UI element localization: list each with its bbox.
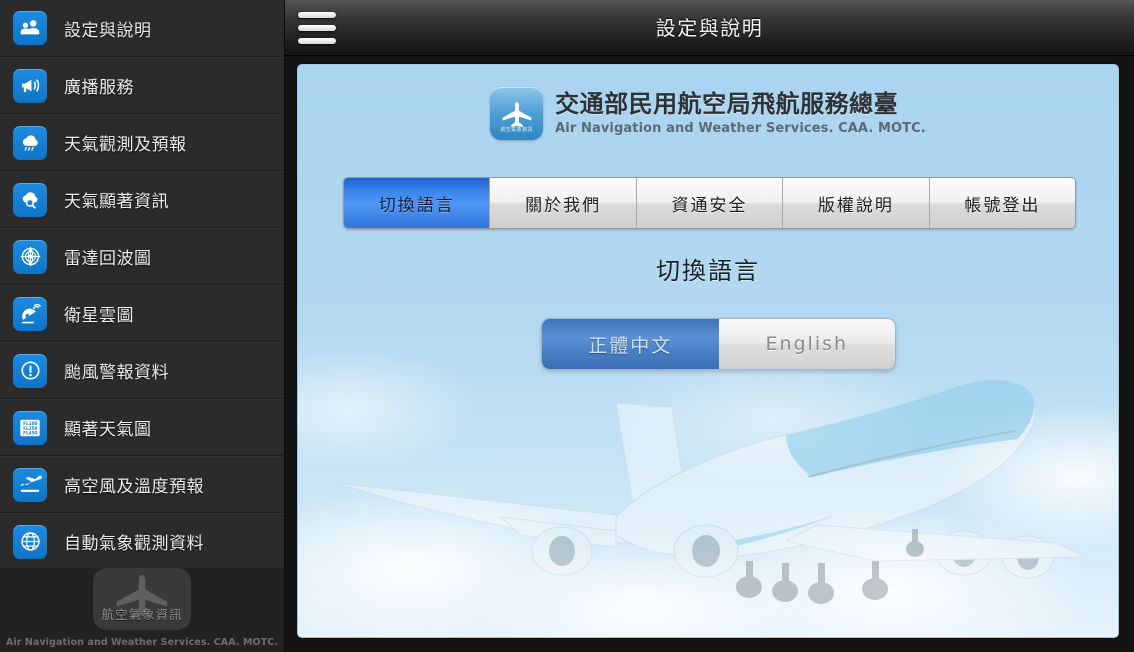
panel-branding-text: 交通部民用航空局飛航服務總臺 Air Navigation and Weathe…	[555, 89, 926, 137]
menu-bar-1	[298, 12, 336, 18]
sidebar-footer-badge-label: 航空氣象資訊	[101, 607, 183, 622]
tab-5[interactable]: 帳號登出	[928, 178, 1075, 228]
language-option-1[interactable]: 正體中文	[542, 319, 719, 369]
sidebar-item-label: 高空風及溫度預報	[64, 477, 204, 497]
org-name-zh: 交通部民用航空局飛航服務總臺	[555, 89, 899, 118]
tab-label: 切換語言	[378, 195, 455, 216]
tab-label: 帳號登出	[964, 195, 1041, 216]
sidebar-footer: 航空氣象資訊 Air Navigation and Weather Servic…	[0, 568, 284, 652]
sidebar-item-label: 天氣觀測及預報	[64, 135, 187, 155]
page-title: 設定與說明	[655, 16, 764, 40]
sidebar-item-1[interactable]: 設定與說明	[0, 0, 284, 57]
people-settings-icon	[13, 11, 47, 45]
airplane-takeoff-icon	[13, 467, 47, 502]
satellite-dish-icon	[13, 296, 47, 331]
tab-1[interactable]: 切換語言	[344, 178, 490, 228]
tab-3[interactable]: 資通安全	[635, 178, 783, 228]
sidebar-item-label: 衛星雲圖	[64, 306, 134, 326]
top-bar: 設定與說明	[285, 0, 1134, 56]
sidebar-item-label: 廣播服務	[64, 78, 134, 98]
menu-bar-3	[298, 38, 336, 44]
sidebar-item-2[interactable]: 廣播服務	[0, 57, 284, 114]
sidebar-item-5[interactable]: 雷達回波圖	[0, 228, 284, 285]
airplane-logo-icon: 航空氣象資訊	[490, 87, 544, 140]
flight-level-chart-icon: FL100 FL250 FL450	[13, 410, 47, 445]
content-panel: 航空氣象資訊 交通部民用航空局飛航服務總臺 Air Navigation and…	[297, 64, 1119, 638]
sidebar-item-label: 顯著天氣圖	[64, 420, 152, 440]
megaphone-broadcast-icon	[13, 68, 47, 103]
exclamation-circle-icon	[13, 353, 47, 388]
sidebar-item-10[interactable]: 自動氣象觀測資料	[0, 513, 284, 570]
language-option-label: English	[765, 333, 849, 355]
sidebar-item-4[interactable]: 天氣顯著資訊	[0, 171, 284, 228]
hamburger-menu-icon[interactable]	[294, 7, 340, 49]
globe-grid-icon	[13, 524, 47, 559]
sidebar-item-3[interactable]: 天氣觀測及預報	[0, 114, 284, 171]
tab-2[interactable]: 關於我們	[489, 178, 636, 228]
language-option-2[interactable]: English	[718, 319, 895, 369]
sidebar-item-label: 颱風警報資料	[64, 363, 169, 383]
svg-text:FL450: FL450	[23, 430, 37, 435]
airplane-landing-photo	[335, 379, 1087, 604]
language-option-label: 正體中文	[588, 334, 673, 357]
cloud-search-icon	[13, 182, 47, 217]
tab-bar: 切換語言 關於我們 資通安全 版權說明 帳號登出	[343, 177, 1076, 229]
panel-branding: 航空氣象資訊 交通部民用航空局飛航服務總臺 Air Navigation and…	[298, 87, 1118, 140]
tab-label: 版權說明	[817, 195, 894, 216]
sidebar-item-7[interactable]: 颱風警報資料	[0, 342, 284, 399]
sidebar-item-label: 雷達回波圖	[64, 249, 152, 269]
cloud-rain-icon	[13, 125, 47, 160]
sidebar-item-label: 設定與說明	[64, 20, 152, 41]
tab-label: 資通安全	[671, 195, 748, 216]
sidebar-nav-list: 設定與說明廣播服務天氣觀測及預報 天氣顯著資訊 雷達回波圖衛星雲圖颱風警報資料 FL1…	[0, 0, 284, 570]
sidebar-item-label: 天氣顯著資訊	[64, 192, 169, 212]
sidebar-footer-app-badge: 航空氣象資訊	[93, 568, 191, 630]
app-root: 設定與說明廣播服務天氣觀測及預報 天氣顯著資訊 雷達回波圖衛星雲圖颱風警報資料 FL1…	[0, 0, 1134, 652]
airplane-glyph	[502, 101, 532, 127]
sidebar-item-label: 自動氣象觀測資料	[64, 534, 204, 554]
radar-globe-icon	[13, 239, 47, 274]
logo-mini-label: 航空氣象資訊	[500, 127, 533, 133]
sidebar: 設定與說明廣播服務天氣觀測及預報 天氣顯著資訊 雷達回波圖衛星雲圖颱風警報資料 FL1…	[0, 0, 285, 652]
language-toggle: 正體中文 English	[541, 318, 896, 370]
section-title: 切換語言	[656, 257, 760, 285]
tab-label: 關於我們	[525, 195, 602, 216]
sidebar-item-8[interactable]: FL100 FL250 FL450 顯著天氣圖	[0, 399, 284, 456]
sidebar-footer-subtitle: Air Navigation and Weather Services. CAA…	[5, 637, 279, 648]
sidebar-item-9[interactable]: 高空風及溫度預報	[0, 456, 284, 513]
tab-4[interactable]: 版權說明	[782, 178, 929, 228]
main-area: 設定與說明 航空氣象資訊 交通部民用航空局飛航服務總臺 Air Navigati…	[285, 0, 1134, 652]
menu-bar-2	[298, 25, 336, 31]
sidebar-item-6[interactable]: 衛星雲圖	[0, 285, 284, 342]
org-name-en: Air Navigation and Weather Services. CAA…	[555, 121, 926, 137]
